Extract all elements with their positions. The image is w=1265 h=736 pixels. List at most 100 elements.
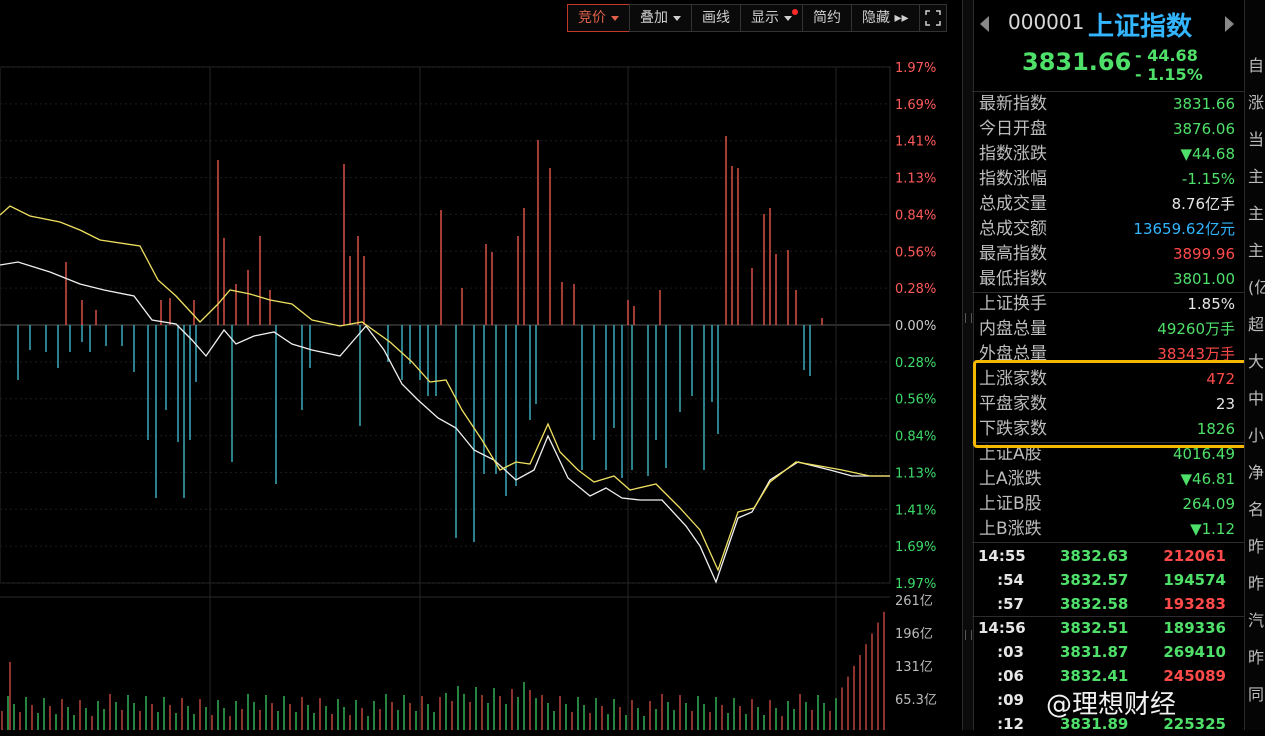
stat-label: 总成交额 [979, 219, 1047, 239]
axis-tick-label: 0.28% [895, 356, 936, 371]
stat-label: 最低指数 [979, 269, 1047, 289]
stat-row: 最高指数 3899.96 [979, 242, 1237, 267]
axis-tick-label: 1.69% [895, 540, 936, 555]
tick-time: :03 [997, 643, 1024, 661]
tick-price: 3831.87 [1060, 643, 1129, 661]
tick-time: :06 [997, 667, 1024, 685]
stat-value: ▼46.81 [1180, 470, 1235, 488]
intraday-chart[interactable]: 1.97% 1.69% 1.41% 1.13% 0.84% 0.56% 0.28% 0.00%… [0, 0, 962, 730]
strip-label: 净 [1248, 463, 1265, 482]
stock-name: 上证指数 [1088, 12, 1193, 42]
stat-row: 最新指数 3831.66 [979, 92, 1237, 117]
strip-label: 大 [1248, 352, 1265, 371]
strip-label: 主 [1248, 167, 1265, 186]
axis-tick-label: 0.28% [895, 282, 936, 297]
stat-row: 上A涨跌 ▼46.81 [979, 467, 1237, 492]
stat-value: ▼1.12 [1190, 520, 1235, 538]
axis-tick-label: 1.69% [895, 98, 936, 113]
stat-label: 上证B股 [979, 494, 1042, 514]
tick-row: :57 3832.58 193283 [976, 592, 1236, 616]
index-price-line [0, 261, 890, 584]
stat-row: 今日开盘 3876.06 [979, 117, 1237, 142]
stat-value: 8.76亿手 [1171, 195, 1235, 213]
avg-price-line [0, 205, 890, 572]
strip-label: 超 [1248, 315, 1265, 334]
watermark: @理想财经 [1046, 690, 1177, 720]
stat-value: 3801.00 [1172, 270, 1235, 288]
tick-volume: 212061 [1163, 547, 1226, 565]
stat-value: 49260万手 [1157, 320, 1235, 338]
axis-tick-label: 0.84% [895, 430, 936, 445]
advance-decline-highlight [973, 360, 1249, 448]
volume-axis-label: 65.3亿 [895, 693, 937, 708]
axis-tick-label: 0.84% [895, 208, 936, 223]
tick-time: :57 [997, 595, 1024, 613]
tick-price: 3832.63 [1060, 547, 1129, 565]
tick-price: 3832.51 [1060, 619, 1129, 637]
prev-stock-arrow-icon[interactable] [980, 16, 989, 32]
stat-label: 总成交量 [979, 194, 1047, 214]
stat-row: 上B涨跌 ▼1.12 [979, 517, 1237, 542]
stat-row: 最低指数 3801.00 [979, 267, 1237, 292]
strip-label: 昨 [1248, 574, 1265, 593]
tick-time: :54 [997, 571, 1024, 589]
tick-volume: 193283 [1163, 595, 1226, 613]
tick-row: 14:55 3832.63 212061 [976, 544, 1236, 568]
tick-price: 3832.57 [1060, 571, 1129, 589]
strip-label: 汽 [1248, 611, 1265, 630]
axis-tick-label: 0.56% [895, 393, 936, 408]
stat-value: 3831.66 [1172, 95, 1235, 113]
tick-row: :54 3832.57 194574 [976, 568, 1236, 592]
stat-row: 上证换手 1.85% [979, 292, 1237, 317]
axis-tick-label: 1.13% [895, 466, 936, 481]
tick-price: 3832.58 [1060, 595, 1129, 613]
change-value: - 44.68 [1135, 46, 1198, 65]
strip-label: 自 [1248, 56, 1265, 75]
strip-label: 涨 [1248, 93, 1265, 112]
volume-axis-label: 261亿 [895, 594, 933, 609]
tick-time: 14:55 [978, 547, 1026, 565]
axis-tick-label: 1.97% [895, 61, 936, 76]
axis-tick-label: 1.97% [895, 577, 936, 592]
strip-label: 中 [1248, 389, 1265, 408]
stat-row: 总成交量 8.76亿手 [979, 192, 1237, 217]
volume-axis-label: 196亿 [895, 627, 933, 642]
last-price: 3831.66 [1022, 48, 1132, 76]
next-stock-arrow-icon[interactable] [1225, 16, 1234, 32]
strip-label: 当 [1248, 130, 1265, 149]
stat-value: 1.85% [1187, 295, 1235, 313]
stat-label: 最新指数 [979, 94, 1047, 114]
tick-volume: 269410 [1163, 643, 1226, 661]
stat-label: 上证换手 [979, 294, 1047, 314]
stat-value: 3876.06 [1172, 120, 1235, 138]
axis-tick-label: 0.00% [895, 319, 936, 334]
strip-label: 昨 [1248, 537, 1265, 556]
tick-row: 14:56 3832.51 189336 [976, 616, 1236, 640]
axis-tick-label: 1.41% [895, 503, 936, 518]
stat-label: 上B涨跌 [979, 519, 1042, 539]
strip-label: 昨 [1248, 648, 1265, 667]
stat-row: 内盘总量 49260万手 [979, 317, 1237, 342]
axis-tick-label: 0.56% [895, 245, 936, 260]
stock-code: 000001 [1008, 10, 1085, 34]
strip-label: 主 [1248, 241, 1265, 260]
axis-tick-label: 1.41% [895, 135, 936, 150]
stat-label: 上A涨跌 [979, 469, 1042, 489]
stat-label: 指数涨幅 [979, 169, 1047, 189]
strip-label: 名 [1248, 500, 1265, 519]
stat-row: 指数涨跌 ▼44.68 [979, 142, 1237, 167]
stat-label: 内盘总量 [979, 319, 1047, 339]
stat-row: 指数涨幅 -1.15% [979, 167, 1237, 192]
stat-value: ▼44.68 [1180, 145, 1235, 163]
change-percent: - 1.15% [1135, 65, 1203, 84]
strip-label: 主 [1248, 204, 1265, 223]
stat-row: 总成交额 13659.62亿元 [979, 217, 1237, 242]
stat-label: 今日开盘 [979, 119, 1047, 139]
side-panel-strip[interactable]: 自涨当主主主(亿超大中小净名昨昨汽昨同 [1244, 0, 1265, 730]
tick-time: :12 [997, 715, 1024, 733]
stat-row: 上证B股 264.09 [979, 492, 1237, 517]
tick-time: :09 [997, 691, 1024, 709]
axis-tick-label: 1.13% [895, 172, 936, 187]
price-change: - 44.68 - 1.15% [1135, 46, 1203, 84]
tick-volume: 189336 [1163, 619, 1226, 637]
